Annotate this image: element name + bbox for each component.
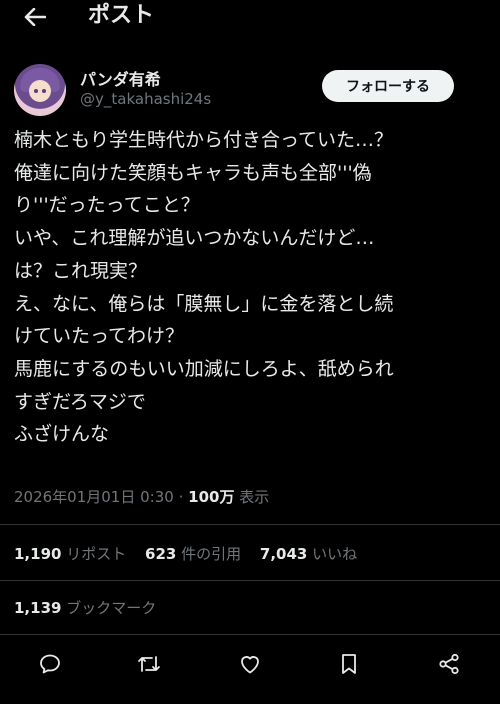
author-handle[interactable]: @y_takahashi24s: [80, 90, 211, 108]
post-line: え、なに、俺らは「膜無し」に金を落とし続: [14, 292, 394, 315]
reposts-stat[interactable]: 1,190 リポスト: [14, 545, 126, 563]
reposts-label: リポスト: [66, 545, 127, 563]
avatar-eye: [42, 89, 46, 93]
avatar-face: [29, 80, 51, 102]
like-icon: [241, 656, 259, 674]
avatar[interactable]: [14, 64, 66, 116]
quotes-count: 623: [145, 545, 177, 563]
views-label: 表示: [239, 488, 270, 506]
likes-label: いいね: [312, 545, 358, 563]
views-count: 100万: [188, 488, 235, 506]
divider: [0, 580, 500, 581]
reply-icon: [40, 654, 60, 674]
page-title: ポスト: [88, 3, 155, 28]
arrow-left-icon: [24, 8, 46, 26]
repost-icon: [138, 656, 160, 672]
meta-separator: ·: [178, 488, 189, 506]
top-bar: ポスト: [0, 0, 500, 40]
post-line: は？これ現実？: [14, 259, 148, 282]
bookmarks-label: ブックマーク: [66, 599, 157, 617]
quotes-stat[interactable]: 623 件の引用: [145, 545, 241, 563]
share-button[interactable]: [433, 648, 465, 680]
like-button[interactable]: [234, 648, 266, 680]
post-text: 楠木ともり学生時代から付き合っていた…？ 俺達に向けた笑顔もキャラも声も全部''…: [14, 124, 494, 451]
reply-button[interactable]: [34, 648, 66, 680]
post-line: すぎだろマジで: [14, 390, 146, 413]
post-line: り'''だったってこと？: [14, 194, 200, 217]
bookmarks-count: 1,139: [14, 599, 62, 617]
post-line: ふざけんな: [14, 423, 110, 446]
author-name[interactable]: パンダ有希: [80, 66, 161, 90]
post-timestamp[interactable]: 2026年01月01日 0:30: [14, 488, 174, 506]
divider: [0, 634, 500, 635]
back-button[interactable]: [20, 4, 50, 30]
post-line: 楠木ともり学生時代から付き合っていた…？: [14, 129, 394, 151]
likes-count: 7,043: [259, 545, 308, 563]
share-icon: [439, 653, 459, 675]
post-line: 俺達に向けた笑顔もキャラも声も全部'''偽: [14, 161, 372, 184]
quotes-label: 件の引用: [181, 545, 242, 563]
post-meta: 2026年01月01日 0:30 · 100万 表示: [14, 486, 269, 507]
reposts-count: 1,190: [14, 545, 62, 563]
post-line: 馬鹿にするのもいい加減にしろよ、舐められ: [14, 357, 394, 380]
repost-button[interactable]: [133, 648, 165, 680]
post-line: いや、これ理解が追いつかないんだけど…: [14, 227, 375, 250]
bookmark-button[interactable]: [333, 648, 365, 680]
likes-stat[interactable]: 7,043 いいね: [260, 545, 357, 563]
action-bar: [0, 648, 500, 680]
bookmarks-stat[interactable]: 1,139 ブックマーク: [14, 597, 156, 618]
bookmark-icon: [342, 654, 356, 674]
engagement-stats: 1,190 リポスト 623 件の引用 7,043 いいね: [14, 543, 371, 564]
follow-button[interactable]: フォローする: [322, 70, 454, 102]
avatar-eye: [34, 89, 38, 93]
post-line: けていたってわけ？: [14, 325, 185, 348]
divider: [0, 524, 500, 525]
